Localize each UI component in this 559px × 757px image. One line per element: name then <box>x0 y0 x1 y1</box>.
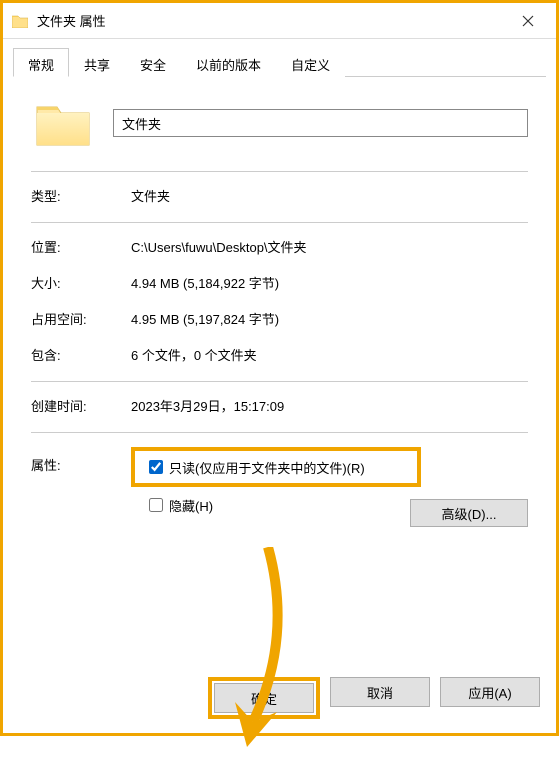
label-attributes: 属性: <box>31 447 131 474</box>
separator <box>31 171 528 172</box>
close-button[interactable] <box>508 3 548 38</box>
separator <box>31 381 528 382</box>
row-type: 类型: 文件夹 <box>31 186 528 205</box>
row-size-on-disk: 占用空间: 4.95 MB (5,197,824 字节) <box>31 309 528 328</box>
value-type: 文件夹 <box>131 186 528 205</box>
apply-button[interactable]: 应用(A) <box>440 677 540 707</box>
value-size: 4.94 MB (5,184,922 字节) <box>131 273 528 292</box>
row-size: 大小: 4.94 MB (5,184,922 字节) <box>31 273 528 292</box>
label-created: 创建时间: <box>31 396 131 415</box>
folder-icon <box>11 12 29 30</box>
folder-name-input[interactable] <box>113 109 528 137</box>
tab-previous-versions[interactable]: 以前的版本 <box>181 48 276 77</box>
label-location: 位置: <box>31 237 131 256</box>
button-bar: 确定 取消 应用(A) <box>3 667 556 733</box>
tab-security[interactable]: 安全 <box>125 48 181 77</box>
hidden-checkbox[interactable] <box>149 498 163 512</box>
tab-general[interactable]: 常规 <box>13 48 69 77</box>
separator <box>31 222 528 223</box>
tab-customize[interactable]: 自定义 <box>276 48 345 77</box>
row-contains: 包含: 6 个文件，0 个文件夹 <box>31 345 528 364</box>
value-location: C:\Users\fuwu\Desktop\文件夹 <box>131 237 528 256</box>
value-contains: 6 个文件，0 个文件夹 <box>131 345 528 364</box>
readonly-checkbox[interactable] <box>149 460 163 474</box>
hidden-label: 隐藏(H) <box>169 496 213 515</box>
readonly-label: 只读(仅应用于文件夹中的文件)(R) <box>169 458 365 477</box>
row-created: 创建时间: 2023年3月29日，15:17:09 <box>31 396 528 415</box>
ok-button[interactable]: 确定 <box>214 683 314 713</box>
readonly-highlight: 只读(仅应用于文件夹中的文件)(R) <box>131 447 421 487</box>
tab-sharing[interactable]: 共享 <box>69 48 125 77</box>
advanced-button[interactable]: 高级(D)... <box>410 499 528 527</box>
ok-highlight: 确定 <box>208 677 320 719</box>
value-size-on-disk: 4.95 MB (5,197,824 字节) <box>131 309 528 328</box>
row-location: 位置: C:\Users\fuwu\Desktop\文件夹 <box>31 237 528 256</box>
properties-dialog: 文件夹 属性 常规 共享 安全 以前的版本 自定义 类型: 文 <box>0 0 559 736</box>
hidden-row: 隐藏(H) <box>131 493 213 515</box>
label-size: 大小: <box>31 273 131 292</box>
folder-large-icon <box>31 95 95 151</box>
attributes-block: 属性: 只读(仅应用于文件夹中的文件)(R) 隐藏(H) 高级(D)... <box>31 447 528 515</box>
label-size-on-disk: 占用空间: <box>31 309 131 328</box>
tab-content: 类型: 文件夹 位置: C:\Users\fuwu\Desktop\文件夹 大小… <box>3 77 556 667</box>
window-title: 文件夹 属性 <box>37 11 508 30</box>
cancel-button[interactable]: 取消 <box>330 677 430 707</box>
separator <box>31 432 528 433</box>
tab-bar: 常规 共享 安全 以前的版本 自定义 <box>13 47 546 77</box>
label-type: 类型: <box>31 186 131 205</box>
titlebar: 文件夹 属性 <box>3 3 556 39</box>
label-contains: 包含: <box>31 345 131 364</box>
value-created: 2023年3月29日，15:17:09 <box>131 396 528 415</box>
header-row <box>31 95 528 151</box>
